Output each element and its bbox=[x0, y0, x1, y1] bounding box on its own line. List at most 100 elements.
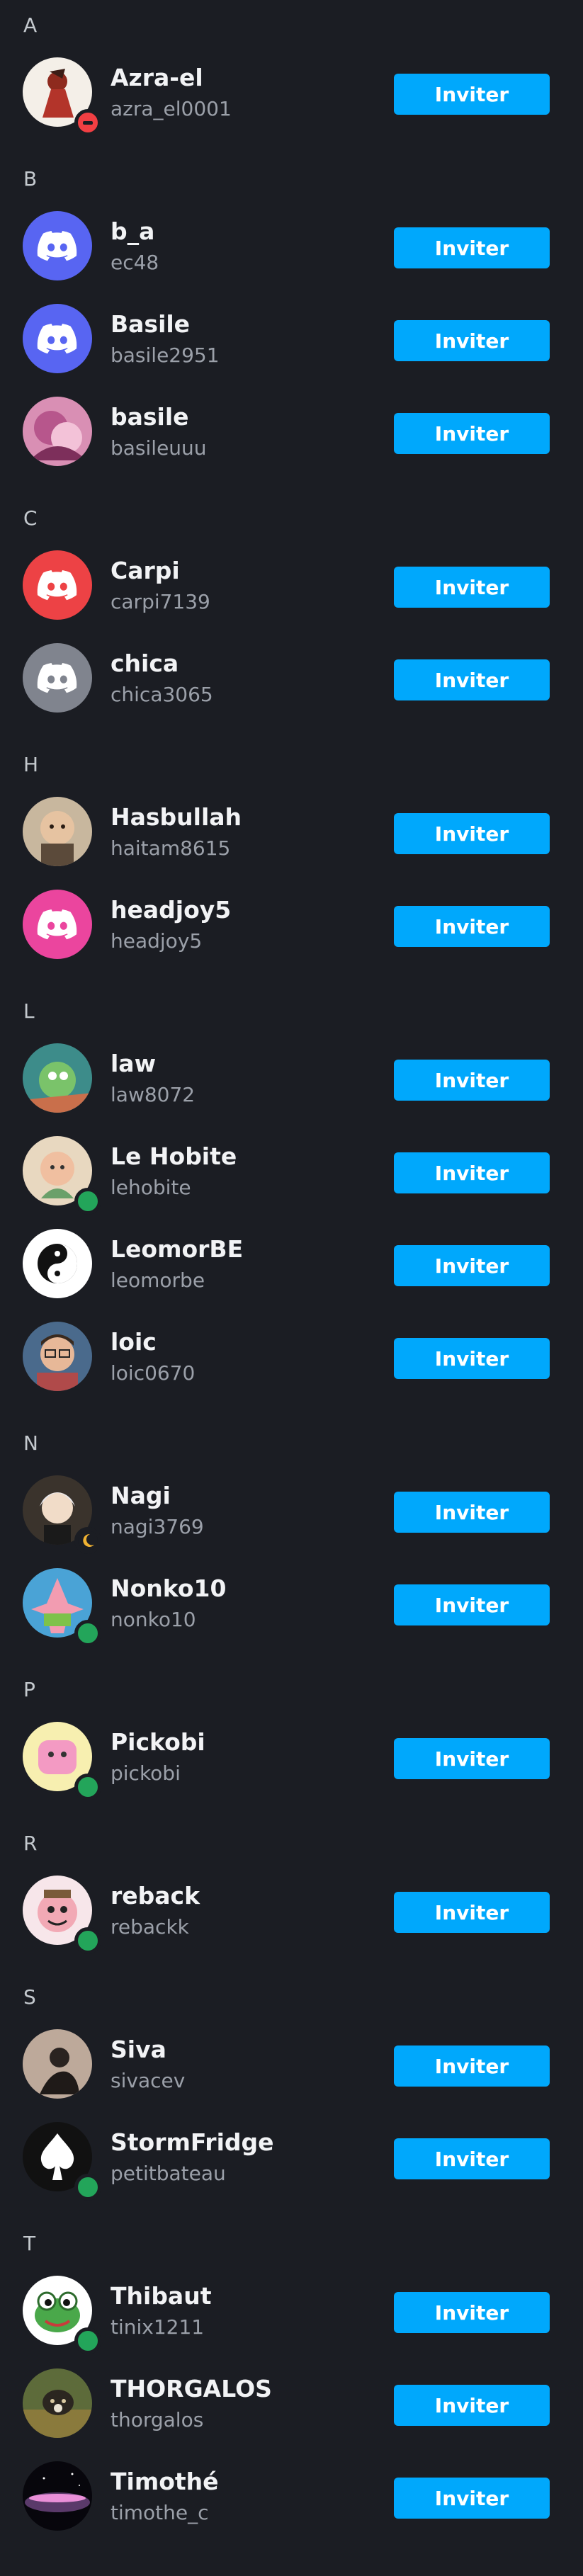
display-name: Le Hobite bbox=[111, 1142, 237, 1170]
username: leomorbe bbox=[111, 1269, 205, 1292]
friend-row: headjoy5 headjoy5 Inviter bbox=[0, 879, 583, 972]
friend-row: THORGALOS thorgalos Inviter bbox=[0, 2358, 583, 2451]
idle-moon-icon bbox=[74, 1527, 101, 1554]
username: law8072 bbox=[111, 1083, 196, 1106]
display-name: b_a bbox=[111, 217, 155, 245]
display-name: law bbox=[111, 1050, 157, 1077]
avatar bbox=[23, 397, 92, 466]
display-name: Timothé bbox=[111, 2468, 219, 2495]
username: nonko10 bbox=[111, 1608, 196, 1631]
friend-row: Nonko10 nonko10 Inviter bbox=[0, 1557, 583, 1650]
invite-button[interactable]: Inviter bbox=[394, 2138, 550, 2179]
display-name: Carpi bbox=[111, 557, 180, 584]
photo-sitting-person-avatar-image bbox=[23, 2029, 92, 2099]
display-name: Thibaut bbox=[111, 2282, 212, 2310]
username: timothe_c bbox=[111, 2501, 209, 2524]
discord-blurple-avatar-image bbox=[23, 304, 92, 373]
invite-button[interactable]: Inviter bbox=[394, 906, 550, 947]
display-name: Basile bbox=[111, 310, 191, 338]
display-name: chica bbox=[111, 649, 179, 677]
discord-pink-avatar-image bbox=[23, 890, 92, 959]
avatar bbox=[23, 1722, 101, 1800]
avatar bbox=[23, 1475, 101, 1554]
friend-row: chica chica3065 Inviter bbox=[0, 632, 583, 725]
friend-row: loic loic0670 Inviter bbox=[0, 1311, 583, 1404]
invite-button[interactable]: Inviter bbox=[394, 813, 550, 854]
section-header: B bbox=[23, 167, 38, 191]
invite-button[interactable]: Inviter bbox=[394, 1338, 550, 1379]
invite-button[interactable]: Inviter bbox=[394, 1584, 550, 1625]
username: thorgalos bbox=[111, 2408, 204, 2432]
photo-yin-yang-avatar-image bbox=[23, 1229, 92, 1298]
display-name: basile bbox=[111, 403, 189, 431]
avatar bbox=[23, 57, 101, 136]
friend-row: Azra-el azra_el0001 Inviter bbox=[0, 47, 583, 140]
discord-grey-avatar-image bbox=[23, 643, 92, 713]
invite-button[interactable]: Inviter bbox=[394, 2385, 550, 2426]
invite-button[interactable]: Inviter bbox=[394, 1152, 550, 1193]
invite-button[interactable]: Inviter bbox=[394, 2478, 550, 2519]
invite-button[interactable]: Inviter bbox=[394, 1060, 550, 1101]
avatar bbox=[23, 2122, 101, 2201]
avatar bbox=[23, 1229, 92, 1298]
invite-button[interactable]: Inviter bbox=[394, 2292, 550, 2333]
username: nagi3769 bbox=[111, 1515, 204, 1538]
username: sivacev bbox=[111, 2069, 186, 2092]
section-header: A bbox=[23, 13, 38, 37]
section-header: C bbox=[23, 506, 38, 530]
discord-blurple-avatar-image bbox=[23, 211, 92, 280]
username: petitbateau bbox=[111, 2162, 226, 2185]
display-name: Siva bbox=[111, 2036, 166, 2063]
avatar bbox=[23, 2029, 92, 2099]
online-status-icon bbox=[74, 1774, 101, 1800]
friend-row: Pickobi pickobi Inviter bbox=[0, 1711, 583, 1804]
online-status-icon bbox=[74, 2327, 101, 2354]
online-status-icon bbox=[74, 1620, 101, 1647]
invite-button[interactable]: Inviter bbox=[394, 659, 550, 700]
photo-cartoon-green-avatar-image bbox=[23, 1043, 92, 1113]
invite-button[interactable]: Inviter bbox=[394, 2046, 550, 2087]
avatar bbox=[23, 643, 92, 713]
display-name: Pickobi bbox=[111, 1728, 205, 1756]
username: basileuuu bbox=[111, 436, 207, 460]
avatar bbox=[23, 1136, 101, 1215]
display-name: Nonko10 bbox=[111, 1574, 227, 1602]
invite-button[interactable]: Inviter bbox=[394, 1738, 550, 1779]
display-name: Azra-el bbox=[111, 64, 203, 91]
friend-row: Nagi nagi3769 Inviter bbox=[0, 1465, 583, 1557]
username: tinix1211 bbox=[111, 2315, 205, 2339]
friend-row: law law8072 Inviter bbox=[0, 1033, 583, 1125]
section-header: R bbox=[23, 1832, 38, 1855]
display-name: LeomorBE bbox=[111, 1235, 244, 1263]
invite-button[interactable]: Inviter bbox=[394, 567, 550, 608]
username: carpi7139 bbox=[111, 590, 210, 613]
invite-button[interactable]: Inviter bbox=[394, 413, 550, 454]
display-name: THORGALOS bbox=[111, 2375, 272, 2402]
invite-button[interactable]: Inviter bbox=[394, 320, 550, 361]
friend-row: StormFridge petitbateau Inviter bbox=[0, 2111, 583, 2204]
avatar bbox=[23, 2276, 101, 2354]
avatar bbox=[23, 890, 92, 959]
online-status-icon bbox=[74, 1188, 101, 1215]
invite-button[interactable]: Inviter bbox=[394, 1245, 550, 1286]
avatar bbox=[23, 211, 92, 280]
invite-button[interactable]: Inviter bbox=[394, 1492, 550, 1533]
username: rebackk bbox=[111, 1915, 189, 1939]
section-header: N bbox=[23, 1431, 38, 1455]
invite-button[interactable]: Inviter bbox=[394, 74, 550, 115]
avatar bbox=[23, 2368, 92, 2438]
friend-row: Le Hobite lehobite Inviter bbox=[0, 1125, 583, 1218]
username: loic0670 bbox=[111, 1361, 196, 1385]
username: basile2951 bbox=[111, 344, 220, 367]
display-name: headjoy5 bbox=[111, 896, 232, 924]
username: lehobite bbox=[111, 1176, 191, 1199]
invite-button[interactable]: Inviter bbox=[394, 1892, 550, 1933]
section-header: T bbox=[23, 2232, 36, 2255]
photo-pink-anime-avatar-image bbox=[23, 397, 92, 466]
friend-row: Carpi carpi7139 Inviter bbox=[0, 540, 583, 632]
photo-dog-grass-avatar-image bbox=[23, 2368, 92, 2438]
photo-child-avatar-image bbox=[23, 797, 92, 866]
invite-button[interactable]: Inviter bbox=[394, 227, 550, 268]
friend-row: Siva sivacev Inviter bbox=[0, 2019, 583, 2111]
friend-row: Thibaut tinix1211 Inviter bbox=[0, 2265, 583, 2358]
